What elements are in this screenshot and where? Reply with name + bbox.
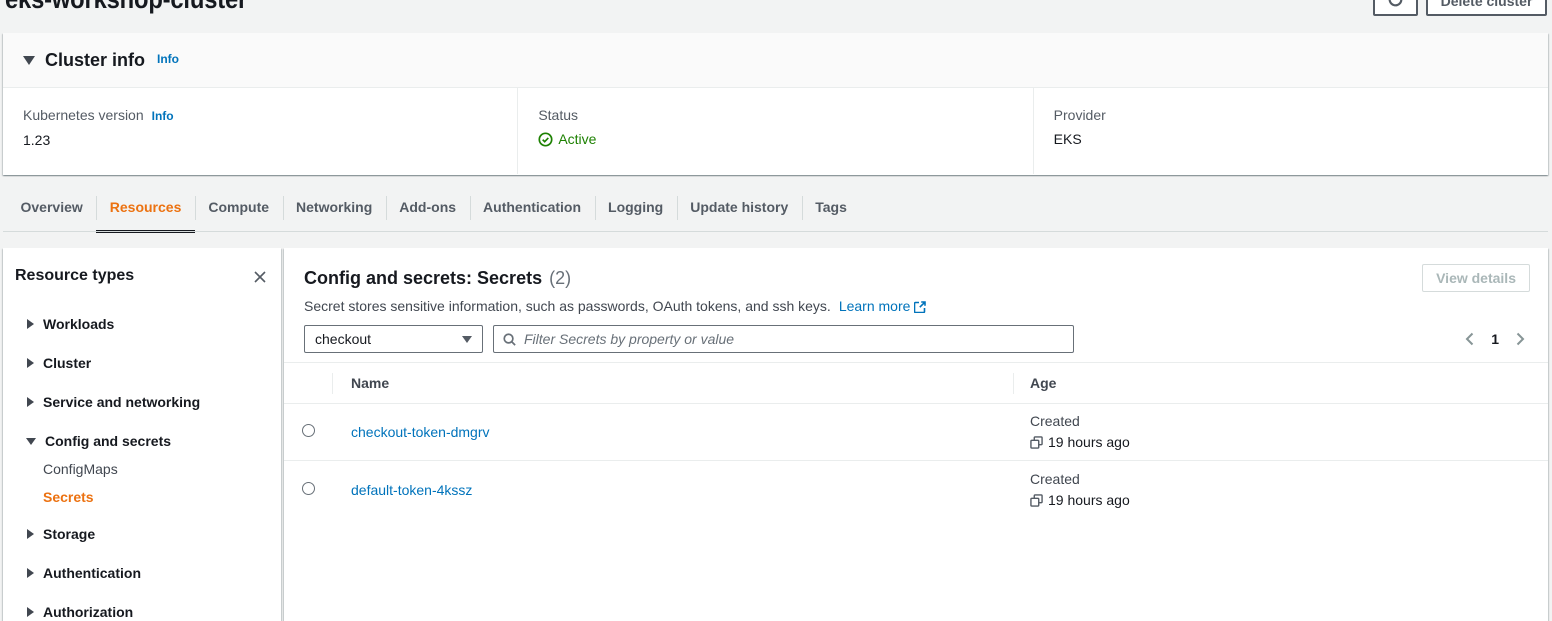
status-active-icon [538,132,553,147]
name-column-header[interactable]: Name [332,363,1013,404]
tabs-underline [3,231,1548,232]
sidebar-item-service-and-networking[interactable]: Service and networking [3,392,281,412]
cluster-info-info-link[interactable]: Info [157,52,179,66]
secrets-count: (2) [549,268,571,289]
sidebar-item-authorization[interactable]: Authorization [3,602,281,621]
collapse-caret-icon [26,438,36,445]
filter-search-input[interactable] [524,331,1065,347]
filter-row: checkout 1 [304,325,1528,353]
previous-page-button[interactable] [1458,328,1481,350]
kubernetes-version-info-link[interactable]: Info [152,109,174,123]
kubernetes-version-value: 1.23 [23,130,497,150]
sidebar-item-configmaps[interactable]: ConfigMaps [3,459,281,479]
copy-icon[interactable] [1030,436,1043,449]
sidebar-item-workloads[interactable]: Workloads [3,314,281,334]
select-caret-icon [462,336,472,343]
expand-caret-icon [27,397,34,407]
sidebar-item-authentication[interactable]: Authentication [3,563,281,583]
tab-networking[interactable]: Networking [283,194,386,232]
field-kubernetes-version: Kubernetes versionInfo 1.23 [3,88,517,174]
age-value: 19 hours ago [1048,432,1130,453]
expand-caret-icon [27,607,34,617]
copy-icon[interactable] [1030,494,1043,507]
table-header-row: Name Age [284,363,1548,404]
delete-cluster-button[interactable]: Delete cluster [1426,0,1547,16]
tab-overview[interactable]: Overview [7,194,96,232]
status-value: Active [538,129,1012,149]
cluster-info-panel: Cluster info Info Kubernetes versionInfo… [3,33,1548,175]
expand-caret-icon [27,568,34,578]
provider-value: EKS [1054,129,1528,149]
refresh-icon [1387,0,1404,11]
age-column-header[interactable]: Age [1013,363,1548,404]
status-label: Status [538,105,1012,125]
tab-update-history[interactable]: Update history [677,194,802,232]
tab-tags[interactable]: Tags [802,194,861,232]
age-created-label: Created [1030,469,1548,490]
eks-console-page: eks-workshop-cluster Delete cluster Clus… [0,0,1552,621]
secret-name-link[interactable]: checkout-token-dmgrv [332,424,490,440]
tab-logging[interactable]: Logging [595,194,677,232]
tab-authentication[interactable]: Authentication [470,194,595,232]
provider-label: Provider [1054,105,1528,125]
tab-resources[interactable]: Resources [96,194,195,232]
secrets-table: Name Age checkout-token-dmgrv Created [284,362,1548,519]
external-link-icon [914,299,926,317]
row-radio-button[interactable] [302,482,315,495]
sidebar-title: Resource types [15,267,134,285]
cluster-info-title: Cluster info [45,50,145,71]
field-provider: Provider EKS [1033,88,1548,174]
next-page-button[interactable] [1509,328,1532,350]
row-radio-button[interactable] [302,424,315,437]
sidebar-item-config-and-secrets[interactable]: Config and secrets [3,431,281,451]
age-value: 19 hours ago [1048,490,1130,511]
sidebar-item-cluster[interactable]: Cluster [3,353,281,373]
secrets-heading: Config and secrets: Secrets [304,266,542,290]
kubernetes-version-label: Kubernetes versionInfo [23,105,497,126]
table-row: default-token-4kssz Created 19 hours ago [284,461,1548,519]
resource-type-list: Workloads Cluster Service and networking… [3,314,281,621]
cluster-tabs: Overview Resources Compute Networking Ad… [7,194,860,232]
current-page-number[interactable]: 1 [1491,331,1499,347]
collapse-caret-icon [23,56,35,65]
cluster-info-body: Kubernetes versionInfo 1.23 Status Activ… [3,88,1548,174]
filter-search-box[interactable] [493,325,1074,353]
expand-caret-icon [27,529,34,539]
secrets-panel: Config and secrets: Secrets (2) View det… [284,248,1548,621]
resource-types-sidebar: Resource types Workloads Cluster Service… [3,248,281,621]
learn-more-link[interactable]: Learn more [839,298,927,314]
age-created-label: Created [1030,411,1548,432]
close-icon[interactable] [253,270,267,284]
view-details-button[interactable]: View details [1422,264,1530,292]
cluster-info-header[interactable]: Cluster info Info [3,33,1548,88]
tab-compute[interactable]: Compute [195,194,283,232]
refresh-button[interactable] [1373,0,1418,16]
expand-caret-icon [27,358,34,368]
secret-name-link[interactable]: default-token-4kssz [332,482,472,498]
pagination: 1 [1458,328,1532,350]
page-title: eks-workshop-cluster [5,0,247,15]
filter-namespace-select[interactable]: checkout [304,325,483,353]
sidebar-item-secrets[interactable]: Secrets [3,487,281,507]
field-status: Status Active [517,88,1032,174]
secrets-panel-header: Config and secrets: Secrets (2) View det… [284,248,1548,353]
search-icon [502,332,517,347]
selection-column-header [284,363,332,404]
secrets-description: Secret stores sensitive information, suc… [304,297,1528,317]
sidebar-item-storage[interactable]: Storage [3,524,281,544]
table-row: checkout-token-dmgrv Created 19 hours ag… [284,404,1548,461]
expand-caret-icon [27,319,34,329]
tab-add-ons[interactable]: Add-ons [386,194,470,232]
